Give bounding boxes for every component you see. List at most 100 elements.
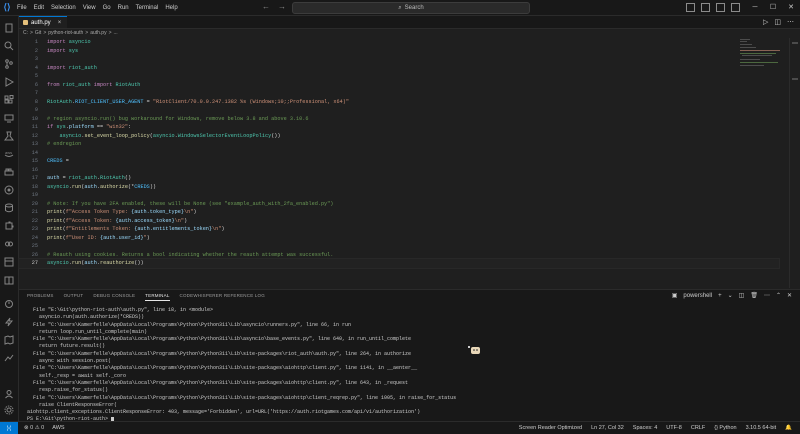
code-line[interactable]: 5: [19, 72, 779, 81]
breadcrumb-item[interactable]: python-riot-auth: [48, 30, 83, 36]
code-line[interactable]: 7: [19, 89, 779, 98]
cursor-position[interactable]: Ln 27, Col 32: [591, 425, 624, 431]
database-icon[interactable]: [3, 202, 15, 214]
puzzle-icon[interactable]: [3, 220, 15, 232]
tab-problems[interactable]: PROBLEMS: [27, 293, 54, 301]
code-line[interactable]: 8 RiotAuth.RIOT_CLIENT_USER_AGENT = "Riot…: [19, 98, 779, 107]
menu-help[interactable]: Help: [165, 5, 177, 11]
code-line[interactable]: 15 CREDS =: [19, 157, 779, 166]
toggle-sidebar-icon[interactable]: [686, 3, 695, 12]
explorer-icon[interactable]: [3, 22, 15, 34]
code-line[interactable]: 27 asyncio.run(auth.reauthorize()): [18, 258, 780, 269]
breadcrumb-item[interactable]: auth.py: [90, 30, 106, 36]
maximize-panel-icon[interactable]: ⌃: [776, 292, 781, 299]
more-actions-icon[interactable]: ⋯: [764, 292, 770, 299]
close-panel-icon[interactable]: ✕: [787, 292, 792, 299]
code-line[interactable]: 11 if sys.platform == "win32":: [19, 123, 779, 132]
book-icon[interactable]: [3, 274, 15, 286]
account-icon[interactable]: [3, 388, 15, 400]
extensions-icon[interactable]: [3, 94, 15, 106]
code-line[interactable]: 12 asyncio.set_event_loop_policy(asyncio…: [19, 132, 779, 141]
problems-count[interactable]: ⊗ 0 ⚠ 0: [24, 425, 44, 431]
code-line[interactable]: 20 # Note: If you have 2FA enabled, these…: [19, 200, 779, 209]
tab-debug-console[interactable]: DEBUG CONSOLE: [93, 293, 135, 301]
code-line[interactable]: 23 print(f"Entitlements Token: {auth.enti…: [19, 225, 779, 234]
code-line[interactable]: 1 import asyncio: [19, 38, 779, 47]
command-center-search[interactable]: ⌕ Search: [292, 2, 530, 14]
graph-icon[interactable]: [3, 352, 15, 364]
menu-terminal[interactable]: Terminal: [136, 5, 159, 11]
eol-status[interactable]: CRLF: [691, 425, 705, 431]
back-arrow-icon[interactable]: ←: [262, 2, 270, 11]
code-editor[interactable]: 1 import asyncio 2 import sys 3 4 import riot_…: [18, 38, 780, 288]
encoding-status[interactable]: UTF-8: [666, 425, 682, 431]
kill-terminal-icon[interactable]: 🗑: [750, 292, 758, 299]
github-icon[interactable]: [3, 184, 15, 196]
customize-layout-icon[interactable]: [731, 3, 740, 12]
terminal-dropdown-icon[interactable]: ⌄: [728, 292, 733, 299]
forward-arrow-icon[interactable]: →: [278, 2, 286, 11]
aws-icon[interactable]: aws: [3, 148, 15, 160]
menu-view[interactable]: View: [83, 5, 96, 11]
docker-icon[interactable]: [3, 166, 15, 178]
tab-terminal[interactable]: TERMINAL: [145, 293, 170, 301]
search-sidebar-icon[interactable]: [3, 40, 15, 52]
code-line[interactable]: 10 # region asyncio.run() bug workaround …: [19, 115, 779, 124]
python-interpreter[interactable]: 3.10.5 64-bit: [746, 425, 777, 431]
remote-indicator-icon[interactable]: ⟩⟨: [0, 422, 18, 434]
code-line[interactable]: 16: [19, 166, 779, 175]
aws-status[interactable]: AWS: [52, 425, 64, 431]
code-line[interactable]: 9: [19, 106, 779, 115]
run-debug-icon[interactable]: [3, 76, 15, 88]
tab-output[interactable]: OUTPUT: [64, 293, 84, 301]
split-terminal-icon[interactable]: ◫: [739, 292, 745, 299]
code-line[interactable]: 18 asyncio.run(auth.authorize(*CREDS)): [19, 183, 779, 192]
code-line[interactable]: 14: [19, 149, 779, 158]
notifications-bell-icon[interactable]: 🔔: [785, 425, 792, 431]
menu-selection[interactable]: Selection: [51, 5, 76, 11]
source-control-icon[interactable]: [3, 58, 15, 70]
copilot-icon[interactable]: [3, 238, 15, 250]
editor-scrollbar[interactable]: [789, 38, 800, 288]
code-line[interactable]: 2 import sys: [19, 47, 779, 56]
code-line[interactable]: 4 import riot_auth: [19, 64, 779, 73]
manage-gear-icon[interactable]: [3, 404, 15, 416]
breadcrumb-item[interactable]: Git: [35, 30, 41, 36]
new-terminal-icon[interactable]: +: [718, 293, 722, 299]
menu-run[interactable]: Run: [118, 5, 129, 11]
screen-reader-status[interactable]: Screen Reader Optimized: [519, 425, 582, 431]
toggle-panel-icon[interactable]: [701, 3, 710, 12]
code-line[interactable]: 26 # Reauth using cookies. Returns a bool…: [19, 251, 779, 260]
breadcrumb-item[interactable]: C:: [23, 30, 28, 36]
code-line[interactable]: 6 from riot_auth import RiotAuth: [19, 81, 779, 90]
code-line[interactable]: 19: [19, 191, 779, 200]
maximize-icon[interactable]: ☐: [764, 0, 782, 15]
menu-file[interactable]: File: [17, 5, 27, 11]
minimap[interactable]: [740, 38, 784, 68]
toggle-secondary-sidebar-icon[interactable]: [716, 3, 725, 12]
tab-auth-py[interactable]: auth.py ×: [19, 16, 67, 28]
code-line[interactable]: 3: [19, 55, 779, 64]
menu-go[interactable]: Go: [103, 5, 111, 11]
remote-explorer-icon[interactable]: [3, 112, 15, 124]
breadcrumb-item[interactable]: ...: [114, 30, 118, 36]
minimize-icon[interactable]: ─: [746, 0, 764, 15]
timeline-icon[interactable]: [3, 298, 15, 310]
language-mode[interactable]: {} Python: [714, 425, 736, 431]
close-icon[interactable]: ✕: [782, 0, 800, 15]
terminal-output[interactable]: File "E:\Git\python-riot-auth\auth.py", …: [27, 307, 787, 424]
code-line[interactable]: 24 print(f"User ID: {auth.user_id}"): [19, 234, 779, 243]
code-line[interactable]: 21 print(f"Access Token Type: {auth.token…: [19, 208, 779, 217]
close-tab-icon[interactable]: ×: [58, 20, 62, 26]
split-editor-icon[interactable]: ◫: [774, 18, 781, 26]
code-line[interactable]: 13 # endregion: [19, 140, 779, 149]
run-file-icon[interactable]: ▷: [763, 18, 768, 26]
indentation-status[interactable]: Spaces: 4: [633, 425, 657, 431]
more-actions-icon[interactable]: ⋯: [787, 18, 794, 26]
menu-edit[interactable]: Edit: [34, 5, 44, 11]
remote-window-icon[interactable]: [3, 256, 15, 268]
terminal-shell-label[interactable]: powershell: [683, 293, 712, 299]
thunder-icon[interactable]: [3, 316, 15, 328]
code-line[interactable]: 17 auth = riot_auth.RiotAuth(): [19, 174, 779, 183]
map-icon[interactable]: [3, 334, 15, 346]
